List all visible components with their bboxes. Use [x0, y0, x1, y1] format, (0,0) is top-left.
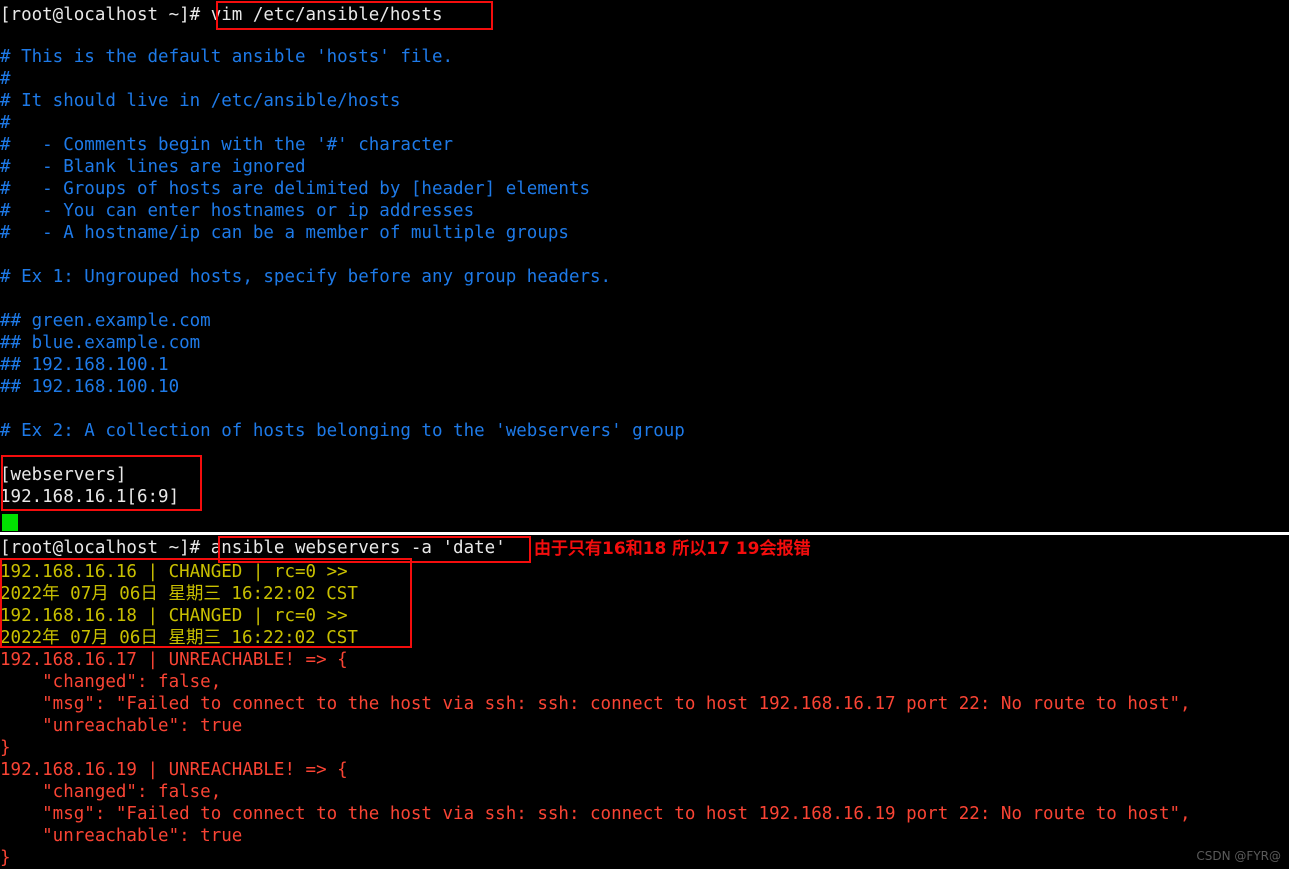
hosts-file-line: # Ex 1: Ungrouped hosts, specify before … — [0, 267, 612, 287]
hosts-file-line: # — [0, 69, 11, 89]
hosts-file-line: # Ex 2: A collection of hosts belonging … — [0, 421, 685, 441]
terminal-screenshot: [root@localhost ~]# vim /etc/ansible/hos… — [0, 0, 1289, 868]
ansible-prompt-line: [root@localhost ~]# ansible webservers -… — [0, 537, 506, 559]
unreachable-line: "changed": false, — [0, 672, 222, 692]
ansible-changed-line: 192.168.16.16 | CHANGED | rc=0 >> — [0, 562, 348, 582]
unreachable-line: "unreachable": true — [0, 716, 243, 736]
hosts-file-line: # - Comments begin with the '#' characte… — [0, 135, 454, 155]
hosts-file-line: ## green.example.com — [0, 311, 211, 331]
unreachable-line: } — [0, 848, 11, 868]
shell-prompt: [root@localhost ~]# — [0, 538, 211, 558]
unreachable-line: "msg": "Failed to connect to the host vi… — [0, 694, 1191, 714]
hosts-file-line: # — [0, 113, 11, 133]
vim-prompt-line: [root@localhost ~]# vim /etc/ansible/hos… — [0, 4, 443, 26]
ansible-changed-line: 2022年 07月 06日 星期三 16:22:02 CST — [0, 584, 358, 604]
hosts-file-line: ## 192.168.100.1 — [0, 355, 169, 375]
hosts-file-line: ## 192.168.100.10 — [0, 377, 180, 397]
capture-divider — [0, 532, 1289, 535]
ansible-changed-line: 2022年 07月 06日 星期三 16:22:02 CST — [0, 628, 358, 648]
unreachable-line: 192.168.16.17 | UNREACHABLE! => { — [0, 650, 348, 670]
unreachable-line: "unreachable": true — [0, 826, 243, 846]
unreachable-line: 192.168.16.19 | UNREACHABLE! => { — [0, 760, 348, 780]
hosts-file-line: # - Blank lines are ignored — [0, 157, 306, 177]
webservers-group-hosts: 192.168.16.1[6:9] — [0, 487, 180, 507]
webservers-group-header: [webservers] — [0, 465, 127, 485]
ansible-changed-line: 192.168.16.18 | CHANGED | rc=0 >> — [0, 606, 348, 626]
hosts-file-line: # - Groups of hosts are delimited by [he… — [0, 179, 591, 199]
unreachable-line: } — [0, 738, 11, 758]
hosts-file-line: # This is the default ansible 'hosts' fi… — [0, 47, 454, 67]
chinese-annotation: 由于只有16和18 所以17 19会报错 — [534, 539, 811, 559]
shell-prompt: [root@localhost ~]# — [0, 5, 211, 25]
hosts-file-line: # - A hostname/ip can be a member of mul… — [0, 223, 569, 243]
vim-command: vim /etc/ansible/hosts — [210, 5, 443, 25]
vim-cursor — [2, 514, 18, 531]
unreachable-line: "changed": false, — [0, 782, 222, 802]
hosts-file-line: ## blue.example.com — [0, 333, 201, 353]
unreachable-line: "msg": "Failed to connect to the host vi… — [0, 804, 1191, 824]
ansible-command: ansible webservers -a 'date' — [210, 538, 506, 558]
hosts-file-line: # It should live in /etc/ansible/hosts — [0, 91, 401, 111]
hosts-file-line: # - You can enter hostnames or ip addres… — [0, 201, 475, 221]
csdn-watermark: CSDN @FYR@ — [1196, 849, 1281, 863]
